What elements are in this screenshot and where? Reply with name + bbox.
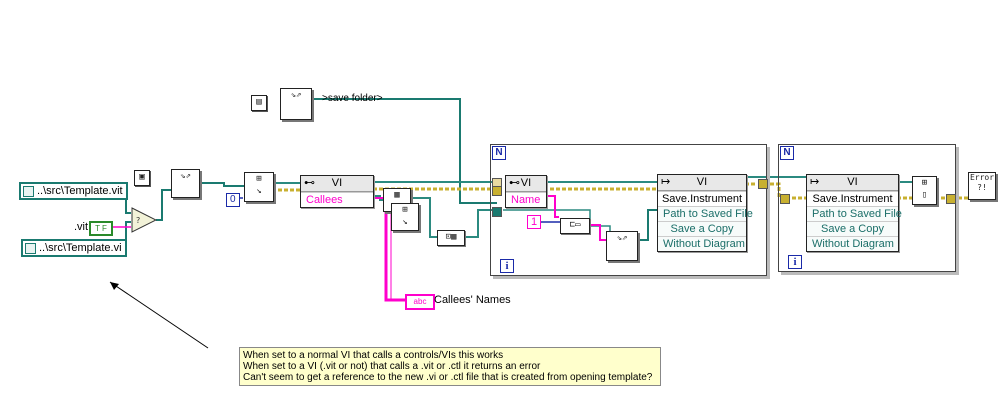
loop-tunnel[interactable] <box>492 207 502 217</box>
build-path-inner-icon[interactable]: ⇘⇗ <box>606 231 638 261</box>
method-row: Save.Instrument <box>658 191 746 206</box>
invoke-icon: ↦ <box>661 176 671 188</box>
without-diagram-row[interactable]: Without Diagram <box>807 236 898 251</box>
callees-names-label: Callees' Names <box>434 294 511 306</box>
error-handler-icon[interactable]: Error ?! <box>968 172 996 200</box>
invoke-node-header: ↦ VI <box>807 175 898 191</box>
open-vi-reference-icon[interactable]: ⊞ ↘ <box>244 172 274 202</box>
error-shift-register-left[interactable] <box>780 194 790 204</box>
note-line: Can't seem to get a reference to the new… <box>243 372 653 383</box>
loop-iteration-terminal: i <box>500 259 514 273</box>
save-folder-label: >save folder> <box>322 93 383 104</box>
property-node-header: ⊷ VI <box>301 176 373 192</box>
loop-iteration-terminal: i <box>788 255 802 269</box>
close-reference-icon[interactable]: ⊞ ▯ <box>912 176 937 205</box>
select-function-icon[interactable]: ? <box>131 207 157 233</box>
property-node-header: ⊷ VI <box>506 176 546 192</box>
error-shift-register-left[interactable] <box>492 186 502 196</box>
boolean-constant-icon[interactable]: T F <box>89 221 113 236</box>
string-subset-icon[interactable]: ⊏▭ <box>560 218 590 234</box>
method-row: Save.Instrument <box>807 191 898 206</box>
name-property-node[interactable]: ⊷ VI Name <box>505 175 547 208</box>
save-a-copy-row[interactable]: Save a Copy <box>807 221 898 236</box>
note-line: When set to a normal VI that calls a con… <box>243 350 504 361</box>
invoke-node-header: ↦ VI <box>658 175 746 191</box>
error-shift-register-right[interactable] <box>758 179 768 189</box>
save-instrument-invoke-node-2[interactable]: ↦ VI Save.Instrument Path to Saved File … <box>806 174 902 252</box>
path-icon <box>23 186 34 197</box>
property-icon: ⊷ <box>509 177 520 189</box>
save-instrument-invoke-node-1[interactable]: ↦ VI Save.Instrument Path to Saved File … <box>657 174 753 252</box>
annotation-note: When set to a normal VI that calls a con… <box>239 347 661 386</box>
error-shift-register-right[interactable] <box>946 194 956 204</box>
strip-path-icon[interactable]: ⇘⇗ <box>280 88 312 120</box>
close-reference-icon[interactable]: ⊞ ↘ <box>391 203 419 231</box>
loop-count-terminal[interactable]: N <box>780 146 794 160</box>
path-to-saved-file-row[interactable]: Path to Saved File <box>807 206 902 221</box>
path-icon <box>25 243 36 254</box>
loop-count-terminal[interactable]: N <box>492 146 506 160</box>
zero-constant[interactable]: 0 <box>226 193 240 207</box>
callees-property-node[interactable]: ⊷ VI Callees <box>300 175 374 208</box>
path-to-saved-file-row[interactable]: Path to Saved File <box>658 206 753 221</box>
build-array-icon[interactable]: ⊡▦ <box>437 230 465 246</box>
vit-label: .vit <box>74 221 89 233</box>
string-array-indicator-icon[interactable]: abc <box>405 294 435 310</box>
without-diagram-row[interactable]: Without Diagram <box>658 236 746 251</box>
template-vit-path-constant[interactable]: ..\src\Template.vit <box>19 182 128 200</box>
name-property-row[interactable]: Name <box>506 192 546 207</box>
note-line: When set to a VI (.vit or not) that call… <box>243 361 541 372</box>
property-icon: ⊷ <box>304 177 315 189</box>
app-reference-icon[interactable]: ▣ <box>134 170 150 186</box>
one-constant[interactable]: 1 <box>527 215 542 229</box>
build-path-icon[interactable]: ⇘⇗ <box>171 169 200 198</box>
svg-text:?: ? <box>136 216 140 225</box>
callees-property-row[interactable]: Callees <box>301 192 373 207</box>
template-vi-path-constant[interactable]: ..\src\Template.vi <box>21 239 127 257</box>
invoke-icon: ↦ <box>810 176 820 188</box>
current-vi-path-icon[interactable]: ▤ <box>251 95 267 111</box>
save-a-copy-row[interactable]: Save a Copy <box>658 221 746 236</box>
